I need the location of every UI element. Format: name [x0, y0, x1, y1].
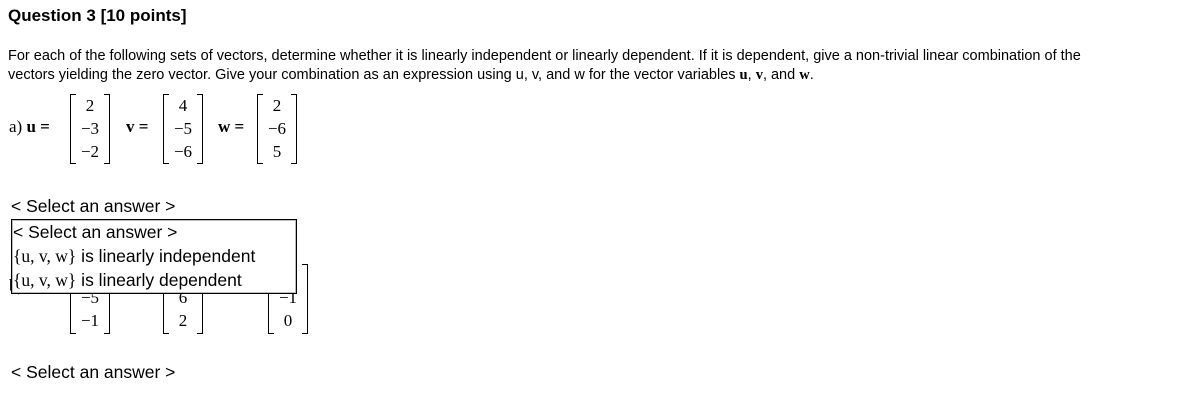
instructions-line-2-text: vectors yielding the zero vector. Give y… — [8, 67, 740, 83]
period: . — [809, 67, 814, 83]
answer-select-b[interactable]: < Select an answer > — [11, 362, 175, 383]
answer-dropdown-list[interactable]: < Select an answer > {u, v, w} is linear… — [11, 219, 297, 294]
vector-u-a: 2 −3 −2 — [70, 94, 110, 164]
dropdown-option-placeholder[interactable]: < Select an answer > — [12, 220, 296, 244]
dropdown-option-independent[interactable]: {u, v, w} is linearly independent — [12, 244, 296, 268]
vector-w-a: 2 −6 5 — [257, 94, 297, 164]
v-label-a: v = — [126, 117, 149, 136]
instructions-line-2: vectors yielding the zero vector. Give y… — [8, 66, 1198, 85]
instructions-line-1: For each of the following sets of vector… — [8, 48, 1081, 64]
sep-2: , and — [762, 67, 800, 83]
question-title: Question 3 [10 points] — [8, 6, 187, 25]
var-u: u — [739, 67, 748, 83]
answer-select-a[interactable]: < Select an answer > — [11, 196, 175, 217]
instructions: For each of the following sets of vector… — [8, 47, 1198, 85]
w-label-a: w = — [218, 117, 245, 136]
vector-v-a: 4 −5 −6 — [163, 94, 203, 164]
sep-1: , — [747, 67, 756, 83]
var-w: w — [799, 67, 810, 83]
dropdown-option-dependent[interactable]: {u, v, w} is linearly dependent — [12, 268, 296, 292]
var-v: v — [755, 67, 763, 83]
part-a-label: a) u = — [9, 117, 50, 136]
